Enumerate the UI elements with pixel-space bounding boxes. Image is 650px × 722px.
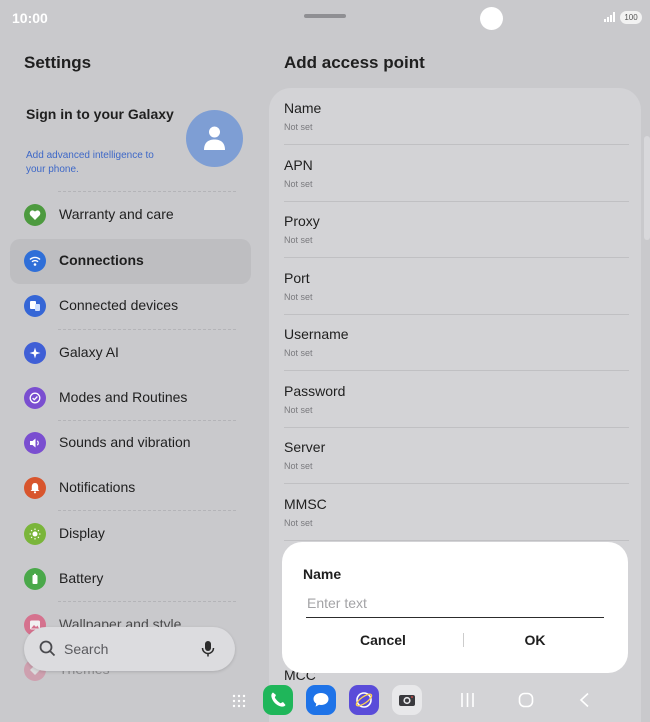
menu-label: Connections xyxy=(59,252,144,268)
recent-apps-icon[interactable] xyxy=(460,692,475,708)
divider xyxy=(58,601,236,602)
menu-label: Display xyxy=(59,525,105,541)
field-label: APN xyxy=(284,157,313,173)
menu-item-galaxy-ai[interactable]: Galaxy AI xyxy=(10,331,251,376)
menu-item-connections[interactable]: Connections xyxy=(10,239,251,284)
messages-app-icon[interactable] xyxy=(306,685,336,715)
field-mmsc[interactable]: MMSC Not set xyxy=(269,484,641,541)
menu-item-warranty[interactable]: Warranty and care xyxy=(10,193,251,238)
menu-item-modes-routines[interactable]: Modes and Routines xyxy=(10,376,251,421)
menu-label: Warranty and care xyxy=(59,206,174,222)
avatar[interactable] xyxy=(186,110,243,167)
menu-label: Notifications xyxy=(59,479,136,495)
status-time: 10:00 xyxy=(12,10,48,26)
check-circle-icon xyxy=(24,387,46,409)
menu-label: Modes and Routines xyxy=(59,389,188,405)
camera-app-icon[interactable] xyxy=(392,685,422,715)
field-value: Not set xyxy=(284,518,313,528)
microphone-icon[interactable] xyxy=(201,640,215,658)
menu-label: Battery xyxy=(59,570,104,586)
heart-icon xyxy=(24,204,46,226)
divider xyxy=(284,540,629,541)
home-icon[interactable] xyxy=(518,692,534,708)
drag-handle[interactable] xyxy=(304,14,346,18)
field-name[interactable]: Name Not set xyxy=(269,88,641,145)
field-value: Not set xyxy=(284,405,313,415)
person-icon xyxy=(204,126,225,150)
status-bar: 10:00 100 xyxy=(0,0,650,36)
sun-icon xyxy=(24,523,46,545)
divider xyxy=(58,510,236,511)
menu-label: Galaxy AI xyxy=(59,344,119,360)
name-input[interactable]: Enter text xyxy=(306,594,604,618)
browser-app-icon[interactable] xyxy=(349,685,379,715)
menu-item-notifications[interactable]: Notifications xyxy=(10,466,251,511)
cancel-button[interactable]: Cancel xyxy=(312,632,454,648)
page-title: Add access point xyxy=(284,53,425,72)
field-value: Not set xyxy=(284,179,313,189)
account-title[interactable]: Sign in to your Galaxy xyxy=(26,104,176,124)
ok-button[interactable]: OK xyxy=(464,632,606,648)
menu-label: Sounds and vibration xyxy=(59,434,191,450)
back-icon[interactable] xyxy=(578,692,590,708)
signal-icon xyxy=(604,12,615,22)
search-icon xyxy=(39,640,56,657)
camera-cutout xyxy=(480,7,503,30)
navigation-bar xyxy=(0,684,650,722)
field-port[interactable]: Port Not set xyxy=(269,258,641,315)
devices-icon xyxy=(24,295,46,317)
scrollbar[interactable] xyxy=(644,136,650,240)
field-label: Proxy xyxy=(284,213,320,229)
dialog-title: Name xyxy=(303,566,342,582)
account-subtitle[interactable]: Add advanced intelligence to your phone. xyxy=(26,149,176,177)
menu-label: Connected devices xyxy=(59,297,179,313)
field-value: Not set xyxy=(284,348,313,358)
search-bar[interactable]: Search xyxy=(24,627,235,671)
speaker-icon xyxy=(24,432,46,454)
phone-app-icon[interactable] xyxy=(263,685,293,715)
field-label: Port xyxy=(284,270,310,286)
field-label: Password xyxy=(284,383,346,399)
sparkle-icon xyxy=(24,342,46,364)
field-label: MMSC xyxy=(284,496,327,512)
wifi-icon xyxy=(24,250,46,272)
field-value: Not set xyxy=(284,122,313,132)
settings-title: Settings xyxy=(24,53,92,72)
field-label: Username xyxy=(284,326,349,342)
field-server[interactable]: Server Not set xyxy=(269,427,641,484)
field-username[interactable]: Username Not set xyxy=(269,314,641,371)
field-label: Server xyxy=(284,439,326,455)
menu-item-battery[interactable]: Battery xyxy=(10,557,251,602)
battery-icon xyxy=(24,568,46,590)
menu-item-display[interactable]: Display xyxy=(10,512,251,557)
field-value: Not set xyxy=(284,235,313,245)
menu-item-sounds[interactable]: Sounds and vibration xyxy=(10,421,251,466)
battery-indicator: 100 xyxy=(620,11,642,24)
app-drawer-icon[interactable] xyxy=(232,694,246,708)
divider xyxy=(58,191,236,192)
field-value: Not set xyxy=(284,461,313,471)
bell-icon xyxy=(24,477,46,499)
divider xyxy=(58,329,236,330)
field-proxy[interactable]: Proxy Not set xyxy=(269,201,641,258)
name-dialog: Name Enter text Cancel OK xyxy=(282,542,628,673)
field-label: Name xyxy=(284,100,322,116)
menu-item-connected-devices[interactable]: Connected devices xyxy=(10,284,251,329)
search-placeholder: Search xyxy=(64,641,109,657)
field-value: Not set xyxy=(284,292,313,302)
field-apn[interactable]: APN Not set xyxy=(269,145,641,202)
field-password[interactable]: Password Not set xyxy=(269,371,641,428)
